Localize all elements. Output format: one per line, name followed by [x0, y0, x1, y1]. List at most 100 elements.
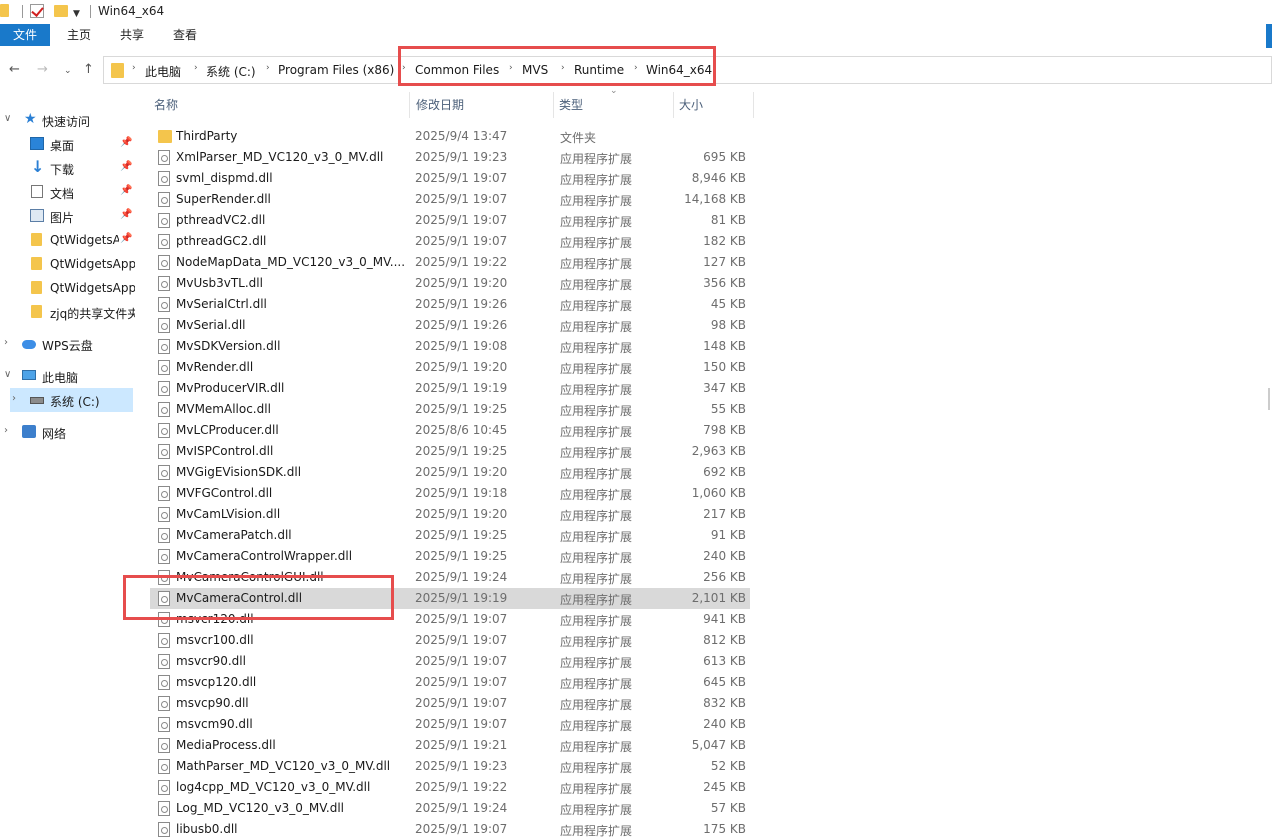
breadcrumb-this-pc[interactable]: 此电脑: [145, 63, 181, 80]
breadcrumb-separator[interactable]: ›: [266, 63, 270, 73]
file-row[interactable]: MvRender.dll 2025/9/1 19:20 应用程序扩展 150 KB: [150, 357, 750, 378]
column-header-date[interactable]: 修改日期: [416, 92, 464, 118]
column-header-size[interactable]: 大小: [679, 92, 703, 118]
file-row[interactable]: MVFGControl.dll 2025/9/1 19:18 应用程序扩展 1,060…: [150, 483, 750, 504]
breadcrumb-current-folder[interactable]: Win64_x64: [646, 63, 712, 77]
file-row[interactable]: MvISPControl.dll 2025/9/1 19:25 应用程序扩展 2,96…: [150, 441, 750, 462]
breadcrumb-runtime[interactable]: Runtime: [574, 63, 624, 77]
file-name: MVFGControl.dll: [176, 486, 273, 500]
file-row[interactable]: MvSDKVersion.dll 2025/9/1 19:08 应用程序扩展 148 …: [150, 336, 750, 357]
file-row[interactable]: msvcr90.dll 2025/9/1 19:07 应用程序扩展 613 KB: [150, 651, 750, 672]
file-row[interactable]: MvLCProducer.dll 2025/8/6 10:45 应用程序扩展 798 …: [150, 420, 750, 441]
tab-file[interactable]: 文件: [0, 24, 50, 46]
file-row[interactable]: SuperRender.dll 2025/9/1 19:07 应用程序扩展 14,16…: [150, 189, 750, 210]
sidebar-item-drive-c[interactable]: › 系统 (C:): [10, 388, 133, 412]
file-row[interactable]: MvCameraPatch.dll 2025/9/1 19:25 应用程序扩展 91 …: [150, 525, 750, 546]
file-name: msvcr100.dll: [176, 633, 254, 647]
column-divider[interactable]: [409, 92, 410, 118]
recent-locations-icon[interactable]: ⌄: [64, 66, 72, 76]
breadcrumb-common-files[interactable]: Common Files: [415, 63, 499, 77]
forward-arrow-icon[interactable]: →: [37, 62, 48, 77]
sidebar-item-qtwidgets-1[interactable]: QtWidgetsA 📌: [0, 228, 135, 252]
file-row[interactable]: MediaProcess.dll 2025/9/1 19:21 应用程序扩展 5,04…: [150, 735, 750, 756]
back-arrow-icon[interactable]: ←: [9, 62, 20, 77]
chevron-down-icon[interactable]: ∨: [4, 113, 11, 124]
column-header-name[interactable]: 名称: [154, 92, 178, 118]
sidebar-item-downloads[interactable]: ↓ 下载 📌: [0, 156, 135, 180]
file-row[interactable]: msvcp120.dll 2025/9/1 19:07 应用程序扩展 645 KB: [150, 672, 750, 693]
sidebar-item-pictures[interactable]: 图片 📌: [0, 204, 135, 228]
dll-file-icon: [158, 759, 170, 774]
sidebar-item-wps-cloud[interactable]: › WPS云盘: [0, 332, 135, 356]
file-row[interactable]: ThirdParty 2025/9/4 13:47 文件夹: [150, 126, 750, 147]
file-row[interactable]: msvcp90.dll 2025/9/1 19:07 应用程序扩展 832 KB: [150, 693, 750, 714]
file-row[interactable]: svml_dispmd.dll 2025/9/1 19:07 应用程序扩展 8,946…: [150, 168, 750, 189]
file-row[interactable]: MvCameraControlGUI.dll 2025/9/1 19:24 应用程序…: [150, 567, 750, 588]
cloud-icon: [22, 340, 36, 349]
tab-share[interactable]: 共享: [120, 24, 144, 46]
file-row[interactable]: MvCamLVision.dll 2025/9/1 19:20 应用程序扩展 217 …: [150, 504, 750, 525]
file-row[interactable]: MvUsb3vTL.dll 2025/9/1 19:20 应用程序扩展 356 KB: [150, 273, 750, 294]
breadcrumb-mvs[interactable]: MVS: [522, 63, 548, 77]
sidebar-item-this-pc[interactable]: ∨ 此电脑: [0, 364, 135, 388]
breadcrumb-separator[interactable]: ›: [509, 63, 513, 73]
file-row[interactable]: libusb0.dll 2025/9/1 19:07 应用程序扩展 175 KB: [150, 819, 750, 840]
sidebar-item-documents[interactable]: 文档 📌: [0, 180, 135, 204]
file-row[interactable]: pthreadGC2.dll 2025/9/1 19:07 应用程序扩展 182 KB: [150, 231, 750, 252]
file-row[interactable]: MvSerialCtrl.dll 2025/9/1 19:26 应用程序扩展 45 K…: [150, 294, 750, 315]
chevron-right-icon[interactable]: ›: [4, 425, 8, 436]
column-divider[interactable]: [673, 92, 674, 118]
file-date: 2025/9/1 19:18: [415, 486, 508, 500]
column-header-type[interactable]: 类型: [559, 92, 583, 118]
file-row[interactable]: MathParser_MD_VC120_v3_0_MV.dll 2025/9/1 …: [150, 756, 750, 777]
file-row[interactable]: log4cpp_MD_VC120_v3_0_MV.dll 2025/9/1 19:…: [150, 777, 750, 798]
file-row[interactable]: NodeMapData_MD_VC120_v3_0_MV.... 2025/9/1…: [150, 252, 750, 273]
sidebar-item-qtwidgets-3[interactable]: QtWidgetsApp: [0, 276, 135, 300]
sidebar-item-network[interactable]: › 网络: [0, 420, 135, 444]
address-bar[interactable]: › 此电脑 › 系统 (C:) › Program Files (x86) › …: [103, 56, 1272, 84]
sidebar-item-qtwidgets-2[interactable]: QtWidgetsApp: [0, 252, 135, 276]
file-row[interactable]: MvCameraControl.dll 2025/9/1 19:19 应用程序扩展 2…: [150, 588, 750, 609]
file-name: MvLCProducer.dll: [176, 423, 279, 437]
star-icon: ★: [24, 111, 37, 127]
breadcrumb-separator[interactable]: ›: [132, 63, 136, 73]
tab-home[interactable]: 主页: [67, 24, 91, 46]
file-row[interactable]: pthreadVC2.dll 2025/9/1 19:07 应用程序扩展 81 KB: [150, 210, 750, 231]
breadcrumb-separator[interactable]: ›: [561, 63, 565, 73]
chevron-right-icon[interactable]: ›: [12, 393, 16, 404]
sidebar-item-desktop[interactable]: 桌面 📌: [0, 132, 135, 156]
nav-quick-access[interactable]: ∨ ★ 快速访问: [0, 108, 135, 132]
file-row[interactable]: MvCameraControlWrapper.dll 2025/9/1 19:25…: [150, 546, 750, 567]
breadcrumb-drive[interactable]: 系统 (C:): [206, 63, 256, 80]
ribbon-expand-button[interactable]: [1266, 24, 1272, 48]
file-row[interactable]: XmlParser_MD_VC120_v3_0_MV.dll 2025/9/1 1…: [150, 147, 750, 168]
folder-icon: [0, 4, 9, 17]
breadcrumb-separator[interactable]: ›: [402, 63, 406, 73]
customize-toolbar-icon[interactable]: ▼: [73, 9, 80, 19]
file-row[interactable]: MvSerial.dll 2025/9/1 19:26 应用程序扩展 98 KB: [150, 315, 750, 336]
up-arrow-icon[interactable]: ↑: [83, 62, 94, 77]
sidebar-item-shared-folder[interactable]: zjq的共享文件夹: [0, 300, 135, 324]
file-row[interactable]: msvcr100.dll 2025/9/1 19:07 应用程序扩展 812 KB: [150, 630, 750, 651]
column-divider[interactable]: [753, 92, 754, 118]
breadcrumb-program-files[interactable]: Program Files (x86): [278, 63, 394, 77]
file-row[interactable]: Log_MD_VC120_v3_0_MV.dll 2025/9/1 19:24 应用…: [150, 798, 750, 819]
breadcrumb-separator[interactable]: ›: [194, 63, 198, 73]
file-row[interactable]: MvProducerVIR.dll 2025/9/1 19:19 应用程序扩展 347…: [150, 378, 750, 399]
column-divider[interactable]: [553, 92, 554, 118]
file-row[interactable]: MVMemAlloc.dll 2025/9/1 19:25 应用程序扩展 55 KB: [150, 399, 750, 420]
chevron-down-icon[interactable]: ∨: [4, 369, 11, 380]
properties-icon[interactable]: [30, 4, 44, 18]
scrollbar[interactable]: [1268, 388, 1270, 410]
file-type: 应用程序扩展: [560, 635, 633, 649]
breadcrumb-separator[interactable]: ›: [634, 63, 638, 73]
file-size: 613 KB: [703, 654, 746, 668]
dll-file-icon: [158, 339, 170, 354]
new-folder-icon[interactable]: [54, 5, 68, 17]
folder-icon: [111, 63, 124, 78]
file-row[interactable]: msvcm90.dll 2025/9/1 19:07 应用程序扩展 240 KB: [150, 714, 750, 735]
tab-view[interactable]: 查看: [173, 24, 197, 46]
file-row[interactable]: msvcr120.dll 2025/9/1 19:07 应用程序扩展 941 KB: [150, 609, 750, 630]
file-row[interactable]: MVGigEVisionSDK.dll 2025/9/1 19:20 应用程序扩展 6…: [150, 462, 750, 483]
chevron-right-icon[interactable]: ›: [4, 337, 8, 348]
